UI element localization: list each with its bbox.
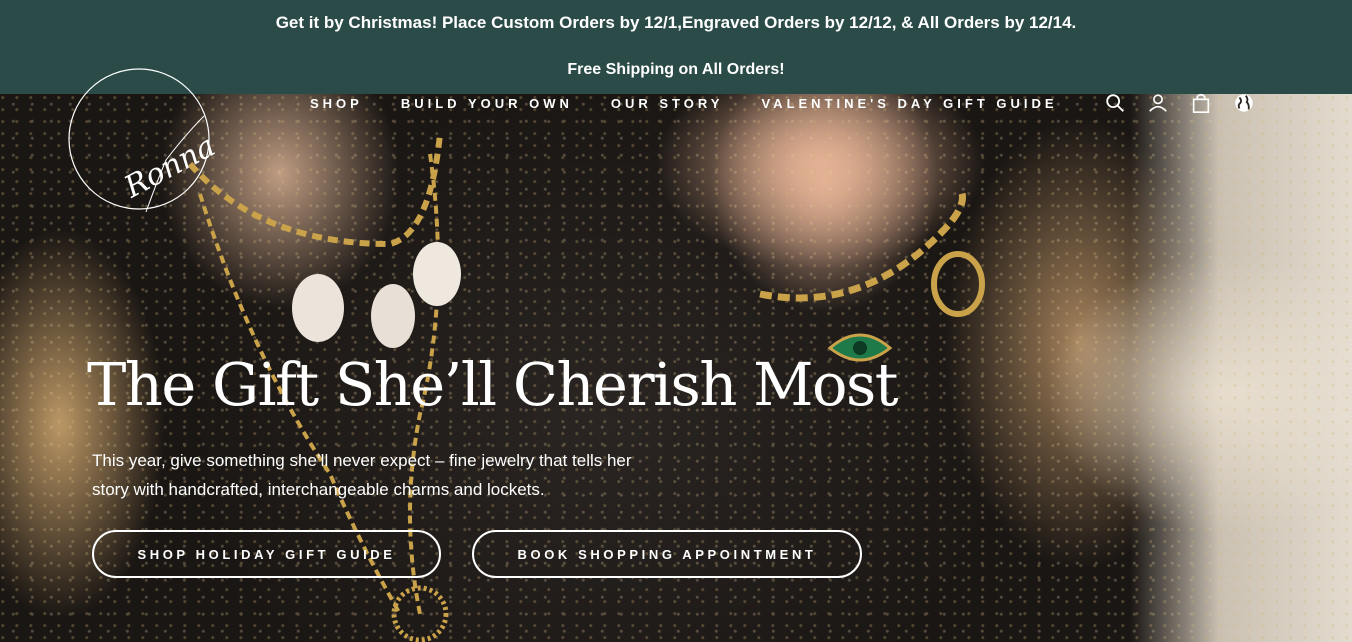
cart-icon[interactable] — [1190, 92, 1214, 114]
header-icons — [1104, 92, 1257, 114]
account-icon[interactable] — [1147, 92, 1171, 114]
nav-our-story[interactable]: OUR STORY — [611, 96, 724, 111]
nav-shop[interactable]: SHOP — [310, 96, 363, 111]
book-shopping-appointment-button[interactable]: BOOK SHOPPING APPOINTMENT — [472, 530, 862, 578]
nav-build-your-own[interactable]: BUILD YOUR OWN — [401, 96, 573, 111]
announcement-shipping-deadlines: Get it by Christmas! Place Custom Orders… — [275, 13, 1077, 32]
brand-logo[interactable]: Ronna — [66, 64, 216, 220]
main-navigation: SHOP BUILD YOUR OWN OUR STORY VALENTINE'… — [310, 96, 1096, 111]
globe-icon[interactable] — [1233, 92, 1257, 114]
shop-holiday-gift-guide-button[interactable]: SHOP HOLIDAY GIFT GUIDE — [92, 530, 441, 578]
logo-wordmark: Ronna — [118, 129, 216, 206]
search-icon[interactable] — [1104, 92, 1128, 114]
nav-valentines-gift-guide[interactable]: VALENTINE'S DAY GIFT GUIDE — [761, 96, 1057, 111]
hero-subtitle: This year, give something she’ll never e… — [92, 451, 632, 499]
hero-title: The Gift She’ll Cherish Most — [87, 350, 899, 419]
